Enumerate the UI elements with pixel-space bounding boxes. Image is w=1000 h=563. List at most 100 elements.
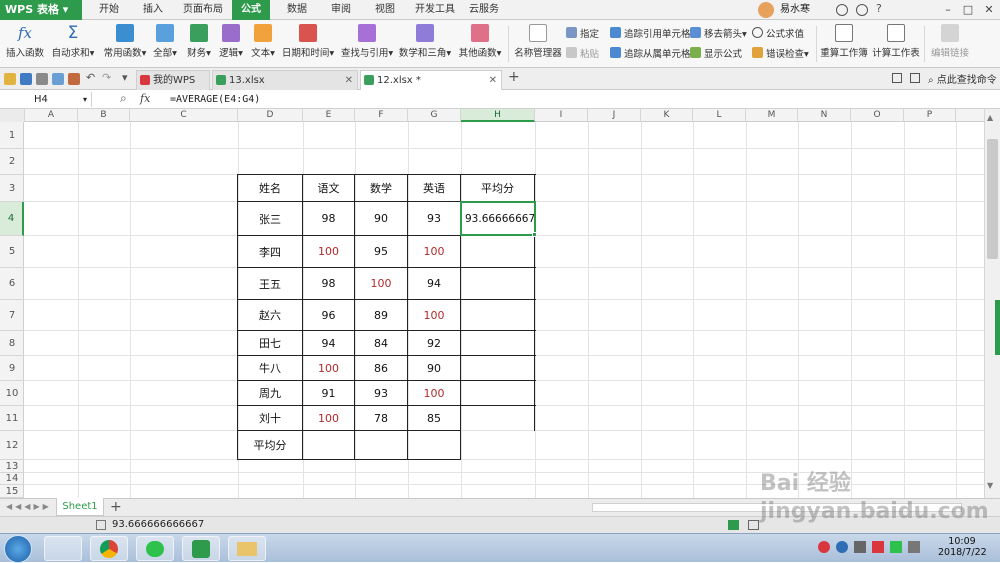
row-header-5[interactable]: 5: [0, 236, 24, 268]
score-cell[interactable]: 100: [303, 236, 354, 267]
taskbar-app-wps[interactable]: [182, 536, 220, 561]
score-cell[interactable]: 94: [303, 331, 354, 355]
column-header-d[interactable]: D: [238, 109, 303, 122]
add-sheet-button[interactable]: +: [110, 499, 122, 515]
name-cell[interactable]: 刘十: [238, 406, 302, 430]
score-cell[interactable]: 100: [303, 356, 354, 380]
clock[interactable]: 10:09 2018/7/22: [938, 536, 987, 558]
score-cell[interactable]: 100: [408, 381, 460, 405]
row-header-8[interactable]: 8: [0, 331, 24, 356]
error-check-button[interactable]: 错误检查▾: [752, 46, 809, 60]
column-header-i[interactable]: I: [535, 109, 588, 122]
column-header-k[interactable]: K: [641, 109, 693, 122]
menu-cloud[interactable]: 云服务: [464, 0, 504, 20]
help-icon[interactable]: ?: [876, 2, 882, 15]
name-cell[interactable]: 牛八: [238, 356, 302, 380]
name-cell[interactable]: 张三: [238, 202, 302, 235]
undo-icon[interactable]: ↶: [86, 71, 95, 84]
score-cell[interactable]: 94: [408, 268, 460, 299]
score-cell[interactable]: 78: [355, 406, 407, 430]
column-header-a[interactable]: A: [25, 109, 78, 122]
name-cell[interactable]: 王五: [238, 268, 302, 299]
all-functions-button[interactable]: 全部▾: [150, 24, 180, 59]
taskbar-app-chrome[interactable]: [90, 536, 128, 561]
name-cell[interactable]: 田七: [238, 331, 302, 355]
score-cell[interactable]: 95: [355, 236, 407, 267]
footer-average-label[interactable]: 平均分: [238, 431, 302, 459]
menu-formula[interactable]: 公式: [232, 0, 270, 20]
score-cell[interactable]: 84: [355, 331, 407, 355]
tab-13-xlsx[interactable]: 13.xlsx ✕: [212, 70, 358, 90]
recalc-workbook-button[interactable]: 重算工作簿: [820, 24, 868, 59]
column-header-b[interactable]: B: [78, 109, 130, 122]
menu-data[interactable]: 数据: [280, 0, 314, 20]
tab-my-wps[interactable]: 我的WPS: [136, 70, 210, 90]
score-cell[interactable]: 98: [303, 202, 354, 235]
row-header-6[interactable]: 6: [0, 268, 24, 300]
score-cell[interactable]: 91: [303, 381, 354, 405]
close-tab-icon[interactable]: ✕: [489, 71, 497, 90]
header-cell-chinese[interactable]: 语文: [303, 175, 354, 201]
redo-icon[interactable]: ↷: [102, 71, 111, 84]
other-functions-button[interactable]: 其他函数▾: [456, 24, 504, 59]
network-icon[interactable]: [854, 541, 866, 553]
column-header-h[interactable]: H: [461, 109, 535, 122]
new-tab-button[interactable]: +: [508, 69, 520, 85]
maximize-button[interactable]: □: [958, 0, 978, 20]
trace-precedents-button[interactable]: 追踪引用单元格: [610, 26, 691, 40]
paste-button[interactable]: 粘贴: [566, 46, 599, 60]
score-cell[interactable]: 90: [408, 356, 460, 380]
column-header-n[interactable]: N: [798, 109, 851, 122]
tab-12-xlsx[interactable]: 12.xlsx * ✕: [360, 70, 502, 90]
text-button[interactable]: 文本▾: [248, 24, 278, 59]
fill-handle[interactable]: [532, 232, 537, 237]
insert-function-button[interactable]: fx 插入函数: [4, 24, 46, 59]
close-button[interactable]: ✕: [978, 0, 1000, 20]
row-header-7[interactable]: 7: [0, 300, 24, 331]
row-header-3[interactable]: 3: [0, 175, 24, 202]
menu-review[interactable]: 审阅: [324, 0, 358, 20]
zoom-icon[interactable]: ⌕: [120, 91, 127, 106]
column-header-l[interactable]: L: [693, 109, 746, 122]
volume-icon[interactable]: [908, 541, 920, 553]
row-header-2[interactable]: 2: [0, 149, 24, 175]
app-menu-button[interactable]: WPS 表格 ▾: [0, 0, 82, 20]
sheet-tab-sheet1[interactable]: Sheet1: [56, 498, 104, 516]
score-cell[interactable]: 100: [408, 236, 460, 267]
name-cell[interactable]: 周九: [238, 381, 302, 405]
score-cell[interactable]: 89: [355, 300, 407, 330]
taskbar-app-wechat[interactable]: [136, 536, 174, 561]
remove-arrows-button[interactable]: 移去箭头▾: [690, 26, 747, 40]
score-cell[interactable]: 92: [408, 331, 460, 355]
formula-input[interactable]: =AVERAGE(E4:G4): [170, 92, 260, 107]
user-name[interactable]: 易水寒: [780, 0, 810, 20]
score-cell[interactable]: 96: [303, 300, 354, 330]
column-header-c[interactable]: C: [130, 109, 238, 122]
column-header-g[interactable]: G: [408, 109, 461, 122]
score-cell[interactable]: 93: [355, 381, 407, 405]
column-header-m[interactable]: M: [746, 109, 798, 122]
header-cell-name[interactable]: 姓名: [238, 175, 302, 201]
name-box[interactable]: H4 ▾: [0, 92, 92, 107]
quick-access-dropdown-icon[interactable]: ▾: [122, 71, 128, 84]
skin-icon[interactable]: [836, 4, 848, 16]
name-cell[interactable]: 赵六: [238, 300, 302, 330]
score-cell[interactable]: 100: [408, 300, 460, 330]
show-formulas-button[interactable]: 显示公式: [690, 46, 742, 60]
scroll-down-icon[interactable]: ▼: [987, 481, 993, 490]
score-cell[interactable]: 86: [355, 356, 407, 380]
calc-sheet-button[interactable]: 计算工作表: [872, 24, 920, 59]
row-header-10[interactable]: 10: [0, 381, 24, 406]
column-header-e[interactable]: E: [303, 109, 355, 122]
score-cell[interactable]: 100: [355, 268, 407, 299]
side-panel-handle[interactable]: [995, 300, 1000, 355]
share-icon[interactable]: [856, 4, 868, 16]
minimize-button[interactable]: –: [938, 0, 958, 20]
math-trig-button[interactable]: 数学和三角▾: [398, 24, 452, 59]
format-painter-icon[interactable]: [68, 73, 80, 85]
lookup-button[interactable]: 查找与引用▾: [338, 24, 396, 59]
menu-view[interactable]: 视图: [368, 0, 402, 20]
score-cell[interactable]: 93: [408, 202, 460, 235]
row-header-14[interactable]: 14: [0, 473, 24, 485]
avatar[interactable]: [758, 2, 774, 18]
